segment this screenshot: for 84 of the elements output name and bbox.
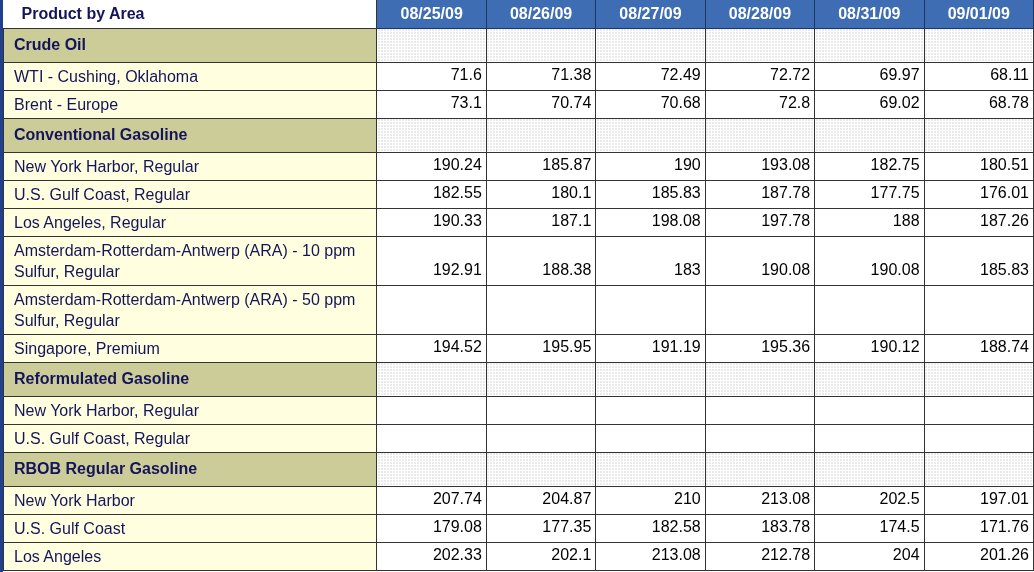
column-header: 08/27/09 [595, 0, 706, 28]
table-cell: 190.08 [814, 236, 925, 285]
table-cell: 174.5 [814, 514, 925, 542]
table-cell: 72.8 [705, 90, 815, 118]
table-cell: U.S. Gulf Coast, Regular [3, 180, 377, 208]
table-cell: 213.08 [595, 542, 706, 570]
table-cell: 193.08 [705, 152, 815, 180]
table-cell: 180.51 [924, 152, 1034, 180]
column-header: Product by Area [3, 0, 377, 28]
table-cell: 72.72 [705, 62, 815, 90]
table-cell: 198.08 [595, 208, 706, 236]
table-cell: 68.11 [924, 62, 1034, 90]
table-cell: 210 [595, 486, 706, 514]
table-cell: 177.75 [814, 180, 925, 208]
table-cell: 197.78 [705, 208, 815, 236]
table-cell: 73.1 [376, 90, 487, 118]
table-cell: 187.26 [924, 208, 1034, 236]
table-cell: 202.1 [486, 542, 596, 570]
table-cell: New York Harbor, Regular [3, 152, 377, 180]
table-cell: Los Angeles [3, 542, 377, 570]
table-cell: New York Harbor, Regular [3, 396, 377, 424]
table-cell: 187.1 [486, 208, 596, 236]
table-cell: 183 [595, 236, 706, 285]
table-cell: 185.87 [486, 152, 596, 180]
table-cell: 202.5 [814, 486, 925, 514]
table-cell: U.S. Gulf Coast, Regular [3, 424, 377, 452]
table-cell: 171.76 [924, 514, 1034, 542]
table-cell: 190.08 [705, 236, 815, 285]
table-cell: Singapore, Premium [3, 334, 377, 362]
table-cell: 201.26 [924, 542, 1034, 570]
section-header: Reformulated Gasoline [3, 362, 377, 396]
table-cell: 194.52 [376, 334, 487, 362]
column-header: 09/01/09 [924, 0, 1034, 28]
table-cell: 191.19 [595, 334, 706, 362]
section-header: Conventional Gasoline [3, 118, 377, 152]
table-cell: 182.75 [814, 152, 925, 180]
table-cell: Amsterdam-Rotterdam-Antwerp (ARA) - 10 ppm Sulfur, Regular [3, 236, 377, 285]
table-cell: 71.38 [486, 62, 596, 90]
table-cell: 188.38 [486, 236, 596, 285]
table-cell: 213.08 [705, 486, 815, 514]
table-cell: 202.33 [376, 542, 487, 570]
table-cell: 179.08 [376, 514, 487, 542]
table-cell: 180.1 [486, 180, 596, 208]
table-cell: 183.78 [705, 514, 815, 542]
table-cell: New York Harbor [3, 486, 377, 514]
table-cell: U.S. Gulf Coast [3, 514, 377, 542]
table-cell: 188.74 [924, 334, 1034, 362]
table-cell: 212.78 [705, 542, 815, 570]
table-cell: 185.83 [595, 180, 706, 208]
table-cell: 188 [814, 208, 925, 236]
table-cell: 72.49 [595, 62, 706, 90]
table-cell: 190 [595, 152, 706, 180]
table-cell: 182.58 [595, 514, 706, 542]
table-cell: 190.24 [376, 152, 487, 180]
table-cell: 68.78 [924, 90, 1034, 118]
table-cell: 195.95 [486, 334, 596, 362]
column-header: 08/28/09 [705, 0, 815, 28]
table-cell: 204 [814, 542, 925, 570]
table-cell: 204.87 [486, 486, 596, 514]
table-cell: Los Angeles, Regular [3, 208, 377, 236]
table-cell: 69.97 [814, 62, 925, 90]
table-cell: 185.83 [924, 236, 1034, 285]
table-cell: 71.6 [376, 62, 487, 90]
table-cell: 176.01 [924, 180, 1034, 208]
table-cell: Amsterdam-Rotterdam-Antwerp (ARA) - 50 ppm Sulfur, Regular [3, 285, 377, 334]
table-cell: 192.91 [376, 236, 487, 285]
column-header: 08/26/09 [486, 0, 596, 28]
table-cell: WTI - Cushing, Oklahoma [3, 62, 377, 90]
table-cell: 70.68 [595, 90, 706, 118]
table-cell: 182.55 [376, 180, 487, 208]
table-cell: 195.36 [705, 334, 815, 362]
section-header: RBOB Regular Gasoline [3, 452, 377, 486]
column-header: 08/25/09 [376, 0, 487, 28]
table-cell: 190.12 [814, 334, 925, 362]
table-cell: 70.74 [486, 90, 596, 118]
table-cell: Brent - Europe [3, 90, 377, 118]
table-cell: 177.35 [486, 514, 596, 542]
table-cell: 197.01 [924, 486, 1034, 514]
section-header: Crude Oil [3, 28, 377, 62]
column-header: 08/31/09 [814, 0, 925, 28]
table-cell: 207.74 [376, 486, 487, 514]
table-cell: 187.78 [705, 180, 815, 208]
table-cell: 190.33 [376, 208, 487, 236]
table-cell: 69.02 [814, 90, 925, 118]
